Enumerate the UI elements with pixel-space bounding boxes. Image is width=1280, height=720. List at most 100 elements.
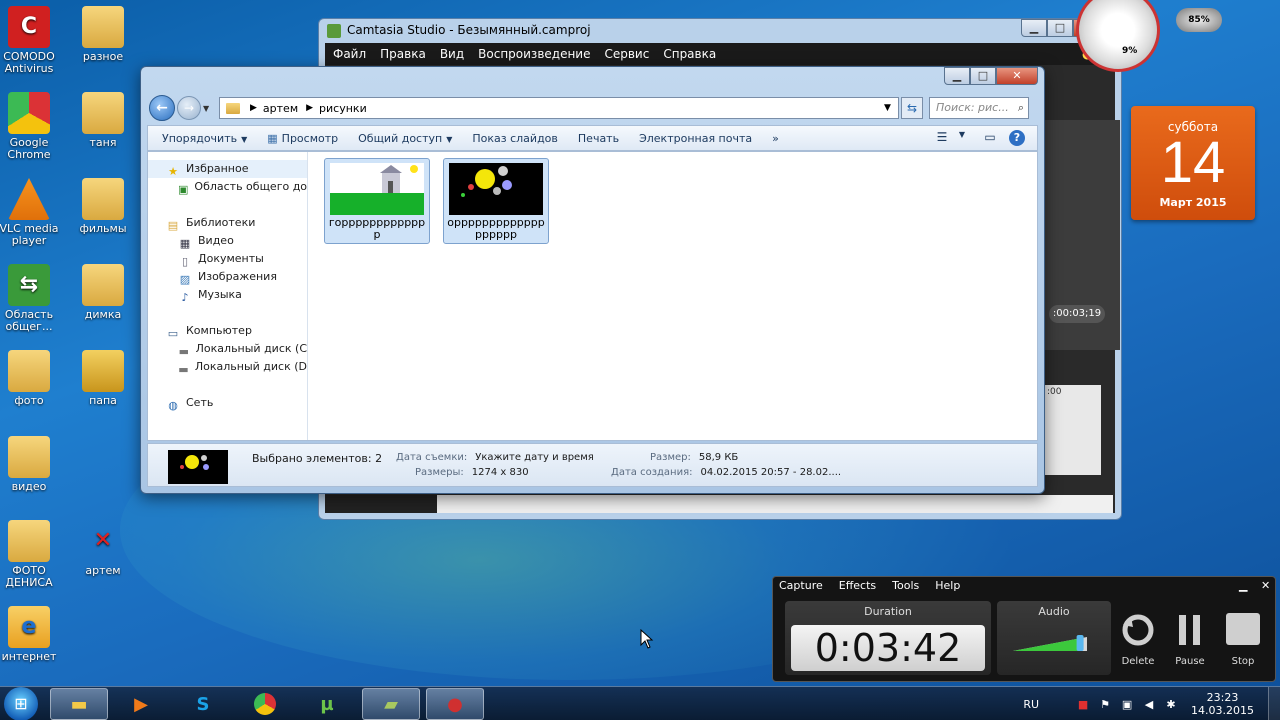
address-dropdown[interactable]: ▼ xyxy=(884,103,898,113)
desktop-icon-comodo[interactable]: C COMODO Antivirus xyxy=(0,6,62,75)
volume-icon[interactable]: ◀ xyxy=(1141,698,1157,711)
nav-computer[interactable]: ▭ Компьютер xyxy=(148,322,307,340)
share-button[interactable]: Общий доступ ▼ xyxy=(358,132,452,145)
more-button[interactable]: » xyxy=(772,132,779,145)
file-item[interactable]: оррррррррррррррррррр xyxy=(443,158,549,244)
desktop-icon-artem[interactable]: ✕ артем xyxy=(70,520,136,577)
view-options-icon[interactable]: ☰ xyxy=(933,130,951,146)
stop-button[interactable]: Stop xyxy=(1220,613,1266,667)
date-taken[interactable]: Дата съемки: Укажите дату и время xyxy=(396,452,594,463)
pause-button[interactable]: Pause xyxy=(1167,613,1213,667)
audio-level-slider[interactable] xyxy=(1011,633,1093,655)
language-indicator[interactable]: RU xyxy=(1023,698,1039,711)
desktop-icon-tanya[interactable]: таня xyxy=(70,92,136,149)
chrome-icon xyxy=(8,92,50,134)
print-button[interactable]: Печать xyxy=(578,132,619,145)
search-input[interactable]: Поиск: рис... ⌕ xyxy=(929,97,1029,119)
cpu-meter-gadget[interactable]: 9% 85% xyxy=(1076,0,1222,80)
refresh-button[interactable]: ⇆ xyxy=(901,97,923,119)
help-icon[interactable]: ? xyxy=(1009,130,1025,146)
desktop-icon-dimka[interactable]: димка xyxy=(70,264,136,321)
preview-button[interactable]: ▦ Просмотр xyxy=(267,132,338,145)
desktop-icon-filmy[interactable]: фильмы xyxy=(70,178,136,235)
desktop-icon-video[interactable]: видео xyxy=(0,436,62,493)
desktop-icon-shared[interactable]: ⇆ Область общег... xyxy=(0,264,62,333)
nav-network[interactable]: ◍ Сеть xyxy=(148,394,307,412)
taskbar-camtasia-recorder[interactable]: ● xyxy=(426,688,484,720)
close-button[interactable]: ✕ xyxy=(996,67,1038,85)
search-icon[interactable]: ⌕ xyxy=(1018,98,1024,118)
desktop-icon-raznoe[interactable]: разное xyxy=(70,6,136,63)
clock-date: 14.03.2015 xyxy=(1191,704,1254,717)
breadcrumb-arrow[interactable]: ▶ xyxy=(250,103,257,113)
lock-icon xyxy=(82,350,124,392)
taskbar-skype[interactable]: S xyxy=(174,688,232,720)
nav-music[interactable]: ♪ Музыка xyxy=(148,286,307,304)
desktop-icon-vlc[interactable]: VLC media player xyxy=(0,178,62,247)
explorer-window[interactable]: ▁ □ ✕ ← → ▼ ▶ артем ▶ рисунки ▼ ⇆ Поиск:… xyxy=(140,66,1045,494)
menu-playback[interactable]: Воспроизведение xyxy=(478,47,590,61)
timeline-panel[interactable]: :00 xyxy=(1045,385,1101,475)
camtasia-minimize-button[interactable]: ▁ xyxy=(1021,19,1047,37)
menu-help[interactable]: Справка xyxy=(663,47,716,61)
menu-tools[interactable]: Сервис xyxy=(604,47,649,61)
explorer-content: ★ Избранное ▣ Область общего до ▤ Библиотек… xyxy=(147,151,1038,441)
nav-video[interactable]: ▦ Видео xyxy=(148,232,307,250)
taskbar-media-player[interactable]: ▶ xyxy=(112,688,170,720)
desktop-icon-foto-denisa[interactable]: ФОТО ДЕНИСА xyxy=(0,520,62,589)
breadcrumb-arrow[interactable]: ▶ xyxy=(306,103,313,113)
menu-tools[interactable]: Tools xyxy=(892,579,919,592)
slideshow-button[interactable]: Показ слайдов xyxy=(472,132,558,145)
show-desktop-button[interactable] xyxy=(1268,687,1280,720)
taskbar-explorer[interactable]: ▬ xyxy=(50,688,108,720)
breadcrumb-risunki[interactable]: рисунки xyxy=(319,102,367,115)
start-button[interactable]: ⊞ xyxy=(4,687,38,720)
network-icon[interactable]: ▣ xyxy=(1119,698,1135,711)
comodo-tray-icon[interactable]: ■ xyxy=(1075,698,1091,711)
menu-effects[interactable]: Effects xyxy=(839,579,876,592)
nav-libraries[interactable]: ▤ Библиотеки xyxy=(148,214,307,232)
preview-pane-icon[interactable]: ▭ xyxy=(981,130,999,146)
desktop-icon-internet[interactable]: e интернет xyxy=(0,606,62,663)
delete-button[interactable]: Delete xyxy=(1115,613,1161,667)
camtasia-recorder[interactable]: Capture Effects Tools Help ▁ ✕ Duration … xyxy=(772,576,1276,682)
menu-view[interactable]: Вид xyxy=(440,47,464,61)
menu-help[interactable]: Help xyxy=(935,579,960,592)
delete-icon xyxy=(1122,614,1154,646)
camtasia-maximize-button[interactable]: □ xyxy=(1047,19,1073,37)
nav-disk-d[interactable]: ▬ Локальный диск (D xyxy=(148,358,307,376)
file-item[interactable]: горрррррррррррр xyxy=(324,158,430,244)
organize-button[interactable]: Упорядочить ▼ xyxy=(162,132,247,145)
address-bar[interactable]: ▶ артем ▶ рисунки ▼ xyxy=(219,97,899,119)
tray-misc-icon[interactable]: ✱ xyxy=(1163,698,1179,711)
recorder-close-button[interactable]: ✕ xyxy=(1261,579,1270,592)
taskbar-chrome[interactable] xyxy=(236,688,294,720)
desktop-icon-papa[interactable]: папа xyxy=(70,350,136,407)
view-dropdown-icon[interactable]: ▼ xyxy=(953,130,971,146)
clock[interactable]: 23:23 14.03.2015 xyxy=(1191,691,1254,717)
nav-shared-area[interactable]: ▣ Область общего до xyxy=(148,178,307,196)
recent-pages-dropdown[interactable]: ▼ xyxy=(203,104,215,113)
desktop-icon-foto[interactable]: фото xyxy=(0,350,62,407)
forward-button[interactable]: → xyxy=(177,96,201,120)
nav-disk-c[interactable]: ▬ Локальный диск (C xyxy=(148,340,307,358)
nav-documents[interactable]: ▯ Документы xyxy=(148,250,307,268)
nav-favorites[interactable]: ★ Избранное xyxy=(148,160,307,178)
menu-capture[interactable]: Capture xyxy=(779,579,823,592)
duration-display: 0:03:42 xyxy=(791,625,985,671)
menu-file[interactable]: Файл xyxy=(333,47,366,61)
taskbar-utorrent[interactable]: µ xyxy=(298,688,356,720)
x-icon: ✕ xyxy=(93,528,113,553)
desktop-icon-chrome[interactable]: Google Chrome xyxy=(0,92,62,161)
minimize-button[interactable]: ▁ xyxy=(944,67,970,85)
back-button[interactable]: ← xyxy=(149,95,175,121)
email-button[interactable]: Электронная почта xyxy=(639,132,752,145)
taskbar-camtasia-studio[interactable]: ▰ xyxy=(362,688,420,720)
maximize-button[interactable]: □ xyxy=(970,67,996,85)
recorder-minimize-button[interactable]: ▁ xyxy=(1239,579,1247,592)
nav-images[interactable]: ▨ Изображения xyxy=(148,268,307,286)
breadcrumb-artem[interactable]: артем xyxy=(263,102,298,115)
menu-edit[interactable]: Правка xyxy=(380,47,426,61)
flag-icon[interactable]: ⚑ xyxy=(1097,698,1113,711)
calendar-gadget[interactable]: суббота 14 Март 2015 xyxy=(1131,106,1255,220)
